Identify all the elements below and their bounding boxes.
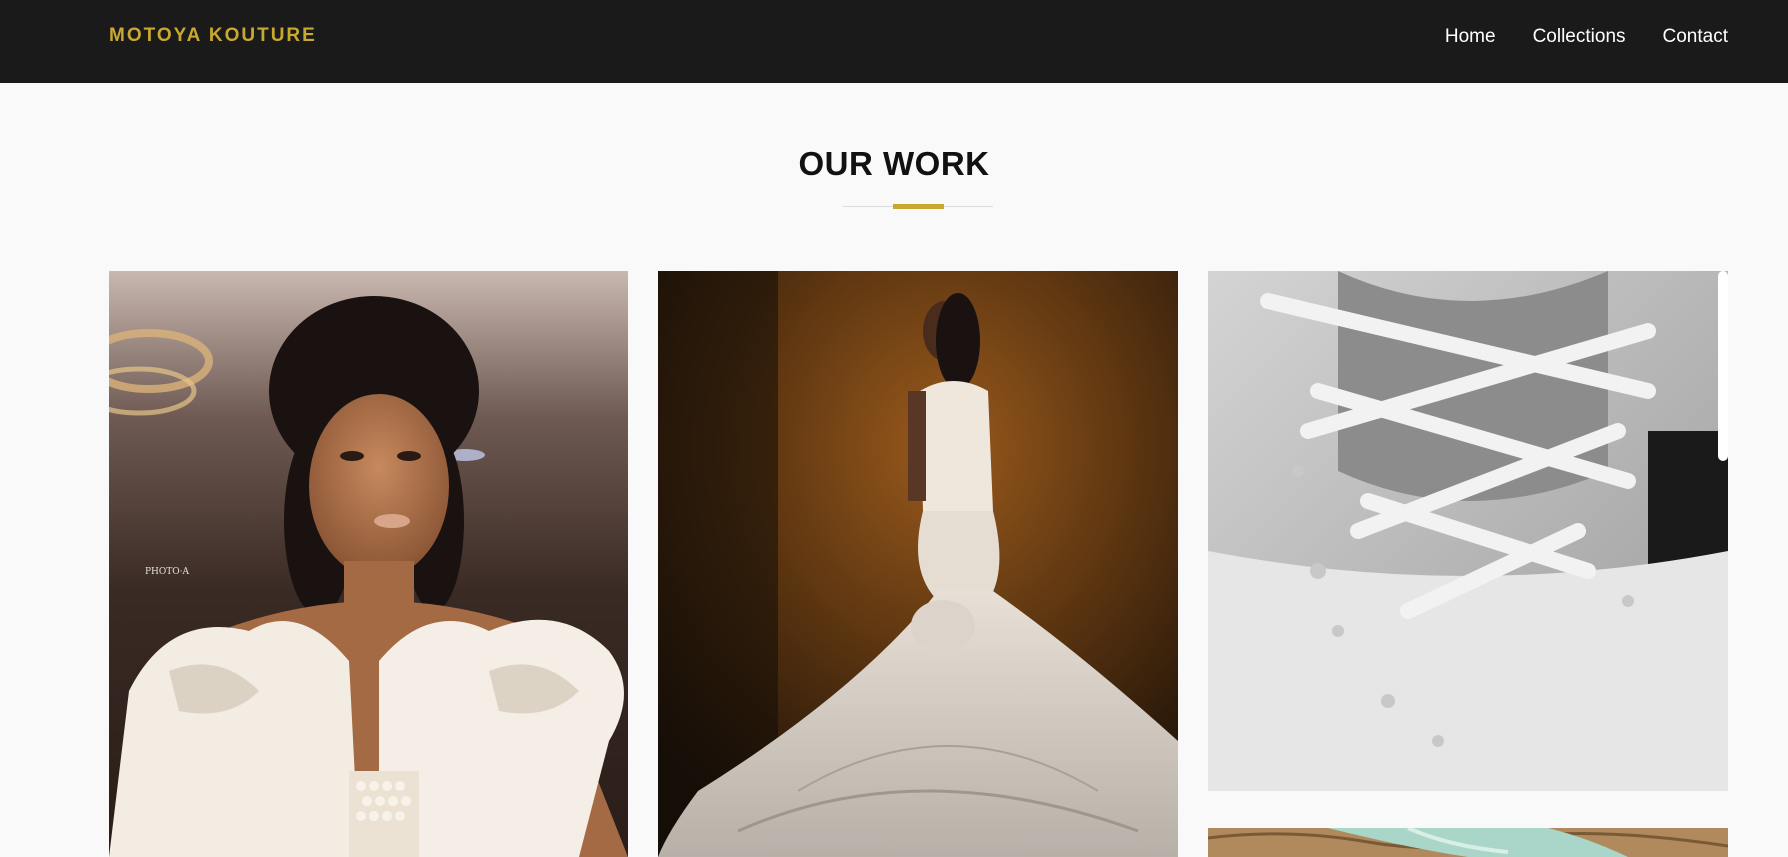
gallery-photo-textured[interactable] <box>1208 828 1728 857</box>
gallery-photo-corset-detail[interactable] <box>1208 271 1728 791</box>
gallery-photo-bride-mermaid-gown[interactable] <box>658 271 1178 857</box>
navbar: MOTOYA KOUTURE Home Collections Contact <box>0 0 1788 83</box>
gallery-photo-bride-portrait[interactable]: PHOTO·A <box>109 271 628 857</box>
nav-link-home[interactable]: Home <box>1445 26 1496 48</box>
nav-link-collections[interactable]: Collections <box>1533 26 1626 48</box>
nav-links: Home Collections Contact <box>1445 26 1728 48</box>
photo-watermark: PHOTO·A <box>145 567 190 577</box>
title-accent-bar <box>893 204 944 209</box>
section-title: OUR WORK <box>798 145 990 182</box>
nav-link-contact[interactable]: Contact <box>1663 26 1728 48</box>
brand-logo[interactable]: MOTOYA KOUTURE <box>109 25 317 47</box>
